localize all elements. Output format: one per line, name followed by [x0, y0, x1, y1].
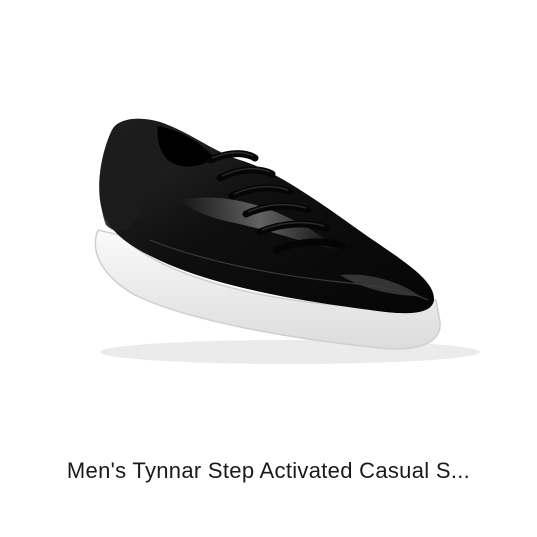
- product-image[interactable]: [40, 60, 500, 400]
- product-card[interactable]: Men's Tynnar Step Activated Casual S...: [0, 0, 537, 537]
- product-title[interactable]: Men's Tynnar Step Activated Casual S...: [0, 458, 537, 484]
